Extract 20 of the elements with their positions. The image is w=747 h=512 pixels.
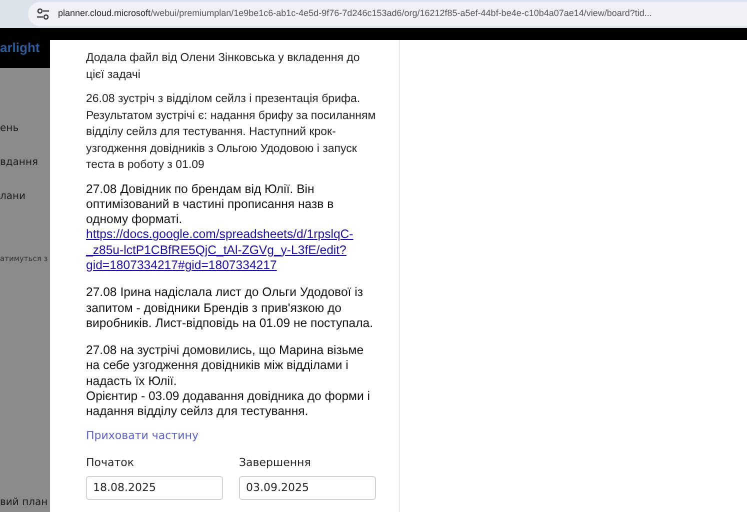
tune-icon[interactable]: [36, 8, 50, 20]
address-field[interactable]: planner.cloud.microsoft/webui/premiumplan/1e9be1c6-ab1c-4e5d-9f76-7d246c153ad6/org/16212f85-a5ef-44bf-be4e-c10b4a07ae14/view/board?tid...: [28, 2, 747, 26]
note-paragraph: 26.08 зустріч з відділом сейлз і презентація брифа. Результатом зустрічі є: надання брифу за посиланням відділу сейлз для тестування. Наступний крок- узгодження довідників з Ольгою Удодовою і запуск теста в роботу з 01.09: [86, 92, 377, 173]
note-paragraph: 27.08 Довідник по брендам від Юлії. Він оптимізований в частині прописання назв в одному форматі.: [86, 182, 335, 228]
sidebar-item[interactable]: ень: [0, 122, 50, 136]
note-paragraph: Додала файл від Олени Зінковська у вкладення до цієї задачі: [86, 51, 361, 82]
date-field[interactable]: 18.08.2025: [86, 476, 223, 500]
date-label: Завершення: [239, 456, 312, 470]
note-paragraph: Орієнтир - 03.09 додавання довідника до форми і надання відділу сейлз для тестування.: [86, 389, 372, 420]
hide-part-link[interactable]: Приховати частину: [86, 428, 198, 444]
url-text: planner.cloud.microsoft/webui/premiumplan/1e9be1c6-ab1c-4e5d-9f76-7d246c153ad6/org/16212f85-a5ef-44bf-be4e-c10b4a07ae14/view/board?tid...: [58, 7, 652, 20]
date-field[interactable]: 03.09.2025: [239, 476, 376, 500]
spreadsheet-link[interactable]: https://docs.google.com/spreadsheets/d/1rpslqC-_z85u-lctP1CBfRE5QjC_tAl-ZGVg_y-L3fE/edit?gid=1807334217#gid=1807334217: [86, 227, 377, 274]
sidebar-item[interactable]: вдання: [0, 156, 50, 170]
sidebar-item[interactable]: лани: [0, 190, 50, 204]
date-label: Початок: [86, 456, 136, 470]
app-logo: arlight: [0, 39, 40, 58]
sidebar-item[interactable]: вий план: [0, 496, 50, 510]
note-paragraph: 27.08 Ірина надіслала лист до Ольги Удодової із запитом - довідники Брендів з прив'язкою до виробників. Лист-відповідь на 01.09 не поступала.: [86, 285, 374, 332]
note-paragraph: 27.08 на зустрічі домовились, що Марина візьме на себе узгодження довідників між відділами і надасть їх Юлії.: [86, 343, 365, 390]
